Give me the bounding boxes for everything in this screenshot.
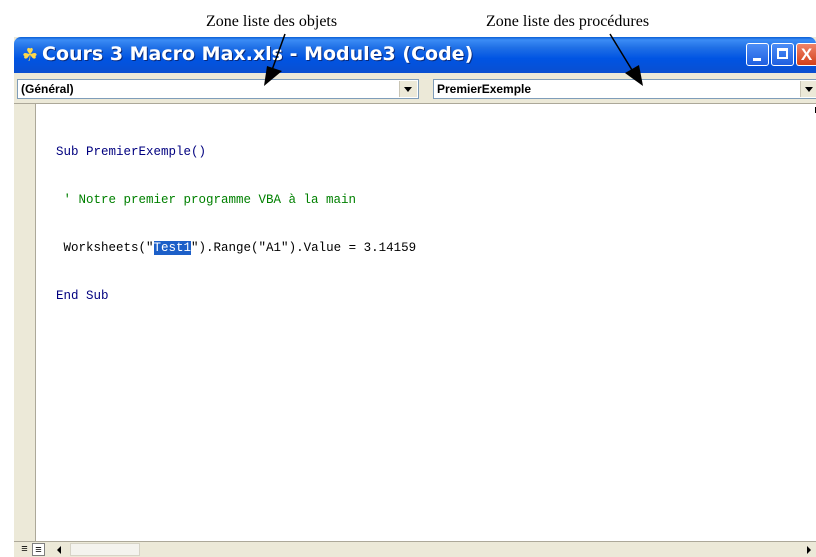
- object-list-value: (Général): [21, 82, 74, 96]
- code-line-4: End Sub: [56, 289, 109, 303]
- full-module-view-icon[interactable]: ≡: [32, 543, 45, 556]
- minimize-icon: [747, 44, 768, 65]
- code-line-3-end: ").Range("A1").Value = 3.14159: [191, 241, 417, 255]
- horizontal-scrollbar-thumb[interactable]: [70, 543, 140, 556]
- bottom-bar: ≡ ≡: [14, 541, 816, 557]
- selected-text[interactable]: Test1: [153, 241, 192, 255]
- code-line-1: Sub PremierExemple(): [56, 145, 207, 159]
- code-content[interactable]: Sub PremierExemple() ' Notre premier pro…: [56, 112, 416, 336]
- maximize-icon: [772, 44, 793, 65]
- scroll-left-icon[interactable]: [52, 542, 68, 557]
- vba-module-icon: ☘: [21, 45, 39, 65]
- window-title: Cours 3 Macro Max.xls - Module3 (Code): [42, 43, 474, 65]
- code-line[interactable]: ' Notre premier programme VBA à la main: [56, 192, 416, 208]
- code-editor[interactable]: Sub PremierExemple() ' Notre premier pro…: [14, 103, 816, 541]
- code-comment: ' Notre premier programme VBA à la main: [56, 193, 357, 207]
- minimize-button[interactable]: [746, 43, 769, 66]
- annotation-objects-list: Zone liste des objets: [206, 13, 338, 30]
- procedure-list-dropdown[interactable]: PremierExemple: [433, 79, 816, 99]
- maximize-button[interactable]: [771, 43, 794, 66]
- code-line[interactable]: End Sub: [56, 288, 416, 304]
- object-list-dropdown[interactable]: (Général): [17, 79, 419, 99]
- procedure-list-value: PremierExemple: [437, 82, 532, 96]
- chevron-down-icon: [404, 87, 412, 92]
- code-line[interactable]: Worksheets("Test1").Range("A1").Value = …: [56, 240, 416, 256]
- close-button[interactable]: X: [796, 43, 816, 66]
- chevron-down-icon: [805, 87, 813, 92]
- procedure-view-icon[interactable]: ≡: [18, 543, 31, 556]
- scroll-right-icon[interactable]: [800, 542, 816, 557]
- margin-indicator-bar[interactable]: [14, 104, 36, 541]
- code-line[interactable]: Sub PremierExemple(): [56, 144, 416, 160]
- object-list-dropdown-button[interactable]: [399, 81, 417, 97]
- title-bar[interactable]: ☘ Cours 3 Macro Max.xls - Module3 (Code)…: [14, 37, 816, 73]
- procedure-list-dropdown-button[interactable]: [800, 81, 816, 97]
- code-line-3-start: Worksheets(": [56, 241, 154, 255]
- annotation-procedures-list: Zone liste des procédures: [486, 13, 650, 30]
- code-window: ☘ Cours 3 Macro Max.xls - Module3 (Code)…: [14, 37, 816, 557]
- close-icon: X: [800, 45, 813, 64]
